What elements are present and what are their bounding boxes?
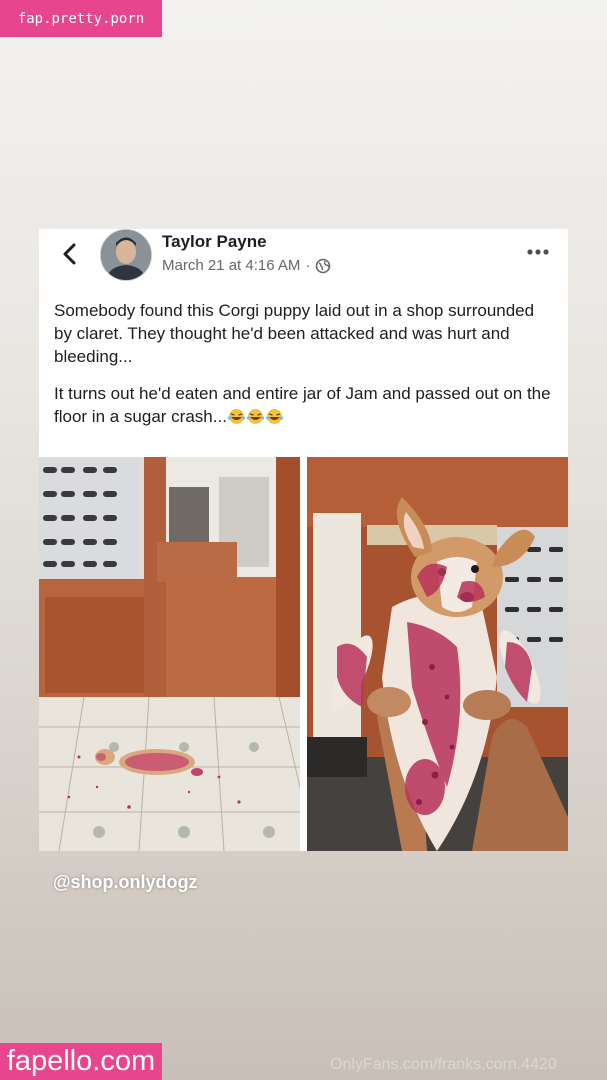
post-paragraph-2-text: It turns out he'd eaten and entire jar o…	[54, 384, 551, 426]
jam-puppy-illustration	[307, 457, 568, 851]
watermark-bottom: fapello.com	[0, 1043, 162, 1080]
post-paragraph-1: Somebody found this Corgi puppy laid out…	[54, 301, 535, 366]
post-meta: March 21 at 4:16 AM ·	[162, 257, 331, 274]
globe-icon	[316, 258, 331, 273]
watermark-top: fap.pretty.porn	[0, 0, 162, 37]
photo-shop-floor[interactable]	[39, 457, 300, 851]
laughing-emoji-icon	[246, 409, 265, 424]
watermark-faint: OnlyFans.com/franks.corn.4420	[330, 1056, 557, 1073]
laughing-emoji-icon	[227, 409, 246, 424]
facebook-post-card: Taylor Payne March 21 at 4:16 AM · Someb…	[39, 229, 568, 851]
chevron-left-icon[interactable]	[58, 242, 82, 266]
author-name[interactable]: Taylor Payne	[162, 232, 267, 252]
credit-handle: @shop.onlydogz	[53, 872, 198, 892]
photo-jam-puppy[interactable]	[307, 457, 568, 851]
post-timestamp[interactable]: March 21 at 4:16 AM	[162, 257, 300, 274]
laughing-emoji-icon	[265, 409, 284, 424]
post-body: Somebody found this Corgi puppy laid out…	[54, 299, 554, 442]
post-photos	[39, 457, 568, 851]
post-paragraph-2: It turns out he'd eaten and entire jar o…	[54, 382, 554, 428]
avatar-photo	[101, 230, 151, 280]
meta-separator: ·	[305, 257, 311, 274]
more-horizontal-icon[interactable]	[525, 245, 551, 259]
shop-floor-illustration	[39, 457, 300, 851]
author-avatar[interactable]	[100, 229, 152, 281]
